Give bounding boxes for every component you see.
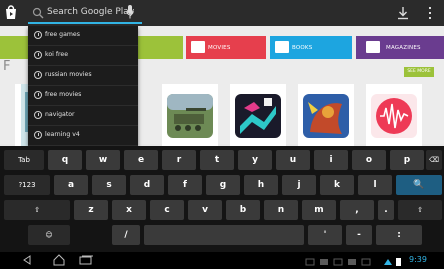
key-s[interactable]: s bbox=[92, 175, 126, 195]
shift-key-left[interactable]: ⇧ bbox=[4, 200, 70, 220]
key-period[interactable]: . bbox=[378, 200, 394, 220]
play-store-icon[interactable] bbox=[3, 4, 19, 20]
search-icon: 🔍 bbox=[413, 180, 425, 190]
key-slash[interactable]: / bbox=[112, 225, 140, 245]
category-books-label: BOOKS bbox=[292, 45, 313, 51]
key-x[interactable]: x bbox=[112, 200, 146, 220]
key-h[interactable]: h bbox=[244, 175, 278, 195]
key-n[interactable]: n bbox=[264, 200, 298, 220]
suggestion-label: learning v4 bbox=[45, 131, 80, 138]
suggestion-item[interactable]: koi free bbox=[28, 46, 138, 66]
app-artwork bbox=[162, 84, 218, 146]
clock: 9:39 bbox=[409, 255, 427, 264]
on-screen-keyboard: Tab q w e r t y u i o p ⌫ ?123 a s d f g… bbox=[0, 146, 444, 252]
key-q[interactable]: q bbox=[48, 150, 82, 170]
history-icon bbox=[34, 131, 42, 139]
key-m[interactable]: m bbox=[302, 200, 336, 220]
key-b[interactable]: b bbox=[226, 200, 260, 220]
key-o[interactable]: o bbox=[352, 150, 386, 170]
suggestion-label: koi free bbox=[45, 51, 69, 58]
app-card[interactable] bbox=[366, 84, 422, 146]
see-more-button[interactable]: SEE MORE bbox=[404, 67, 434, 77]
suggestion-label: free movies bbox=[45, 91, 82, 98]
suggestion-label: navigator bbox=[45, 111, 75, 118]
search-suggestions: free games koi free russian movies free … bbox=[28, 26, 138, 146]
key-tab[interactable]: Tab bbox=[4, 150, 44, 170]
settings-key[interactable]: ☺ bbox=[28, 225, 70, 245]
category-magazines[interactable]: MAGAZINES bbox=[356, 36, 444, 59]
download-icon[interactable] bbox=[397, 6, 409, 20]
key-p[interactable]: p bbox=[390, 150, 424, 170]
history-icon bbox=[34, 31, 42, 39]
key-k[interactable]: k bbox=[320, 175, 354, 195]
overflow-menu-icon[interactable] bbox=[428, 7, 432, 20]
search-icon bbox=[32, 7, 44, 19]
suggestion-item[interactable]: learning v4 bbox=[28, 126, 138, 146]
key-minus[interactable]: - bbox=[346, 225, 372, 245]
shift-key-right[interactable]: ⇧ bbox=[398, 200, 442, 220]
category-magazines-label: MAGAZINES bbox=[386, 45, 421, 51]
category-movies-label: MOVIES bbox=[208, 45, 231, 51]
app-card[interactable] bbox=[298, 84, 354, 146]
recent-apps-icon[interactable] bbox=[78, 255, 94, 265]
home-icon[interactable] bbox=[52, 254, 66, 266]
key-t[interactable]: t bbox=[200, 150, 234, 170]
magazines-icon bbox=[366, 41, 380, 53]
history-icon bbox=[34, 51, 42, 59]
app-card[interactable] bbox=[162, 84, 218, 146]
category-books[interactable]: BOOKS bbox=[270, 36, 352, 59]
key-colon[interactable]: : bbox=[376, 225, 422, 245]
history-icon bbox=[34, 111, 42, 119]
key-comma[interactable]: , bbox=[340, 200, 374, 220]
key-f[interactable]: f bbox=[168, 175, 202, 195]
suggestion-item[interactable]: navigator bbox=[28, 106, 138, 126]
shift-icon: ⇧ bbox=[34, 206, 40, 214]
history-icon bbox=[34, 91, 42, 99]
key-z[interactable]: z bbox=[74, 200, 108, 220]
section-title: F bbox=[3, 59, 11, 74]
key-i[interactable]: i bbox=[314, 150, 348, 170]
suggestion-item[interactable]: free games bbox=[28, 26, 138, 46]
key-y[interactable]: y bbox=[238, 150, 272, 170]
key-a[interactable]: a bbox=[54, 175, 88, 195]
notification-icons bbox=[305, 258, 401, 266]
books-icon bbox=[275, 41, 289, 53]
search-input[interactable]: Search Google Play bbox=[47, 6, 134, 18]
suggestion-item[interactable]: russian movies bbox=[28, 66, 138, 86]
key-r[interactable]: r bbox=[162, 150, 196, 170]
suggestion-label: free games bbox=[45, 31, 80, 38]
app-card[interactable] bbox=[230, 84, 286, 146]
search-underline bbox=[28, 22, 142, 24]
key-u[interactable]: u bbox=[276, 150, 310, 170]
app-artwork bbox=[366, 84, 422, 146]
key-symbols[interactable]: ?123 bbox=[4, 175, 50, 195]
back-icon[interactable] bbox=[22, 255, 40, 265]
go-key[interactable]: 🔍 bbox=[396, 175, 442, 195]
app-artwork bbox=[230, 84, 286, 146]
movies-icon bbox=[191, 41, 205, 53]
microphone-icon[interactable] bbox=[126, 5, 134, 19]
suggestion-item[interactable]: free movies bbox=[28, 86, 138, 106]
key-j[interactable]: j bbox=[282, 175, 316, 195]
key-l[interactable]: l bbox=[358, 175, 392, 195]
key-e[interactable]: e bbox=[124, 150, 158, 170]
backspace-icon: ⌫ bbox=[429, 156, 439, 164]
shift-icon: ⇧ bbox=[417, 206, 423, 214]
key-c[interactable]: c bbox=[150, 200, 184, 220]
suggestion-label: russian movies bbox=[45, 71, 92, 78]
history-icon bbox=[34, 71, 42, 79]
backspace-key[interactable]: ⌫ bbox=[426, 150, 442, 170]
category-movies[interactable]: MOVIES bbox=[186, 36, 266, 59]
settings-icon: ☺ bbox=[45, 231, 53, 239]
space-bar[interactable] bbox=[144, 225, 304, 245]
app-artwork bbox=[298, 84, 354, 146]
key-d[interactable]: d bbox=[130, 175, 164, 195]
key-v[interactable]: v bbox=[188, 200, 222, 220]
key-w[interactable]: w bbox=[86, 150, 120, 170]
key-g[interactable]: g bbox=[206, 175, 240, 195]
key-apostrophe[interactable]: ' bbox=[308, 225, 342, 245]
